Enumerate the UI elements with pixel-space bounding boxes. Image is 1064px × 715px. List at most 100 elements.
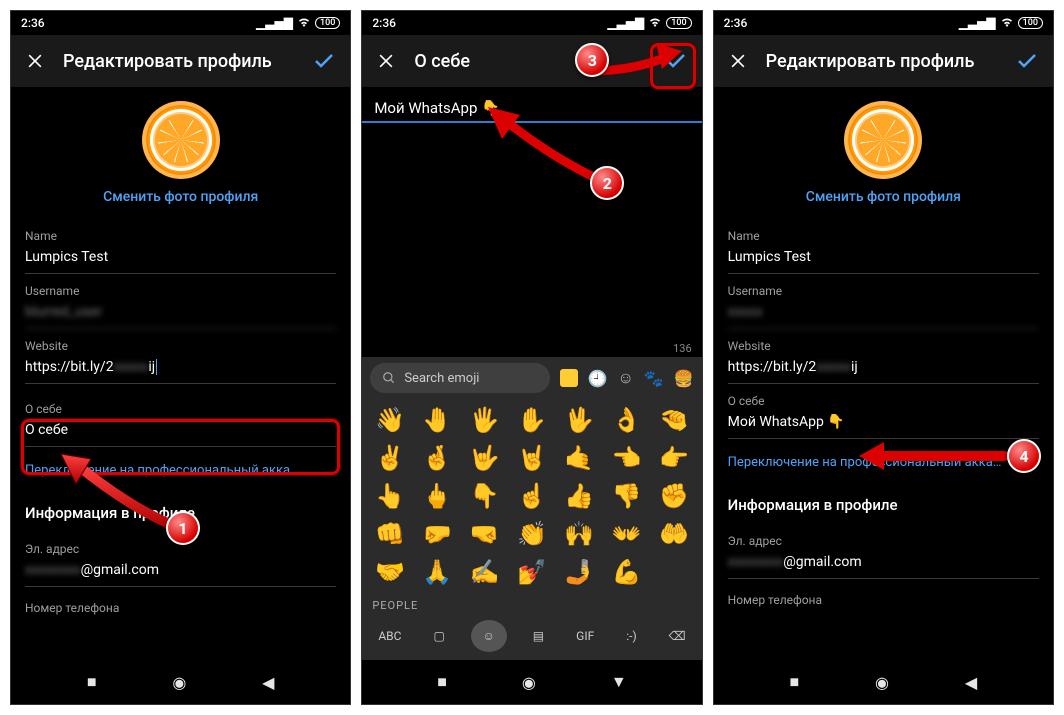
emoji-key[interactable]: 🤙 <box>558 441 601 475</box>
emoji-category-label: PEOPLE <box>362 593 701 614</box>
change-photo-link[interactable]: Сменить фото профиля <box>11 189 350 205</box>
signal-icon: ▁▃▅▇ <box>959 16 996 30</box>
nature-cat-icon[interactable]: 🐾 <box>644 369 664 388</box>
signal-icon: ▁▃▅▇ <box>607 16 644 30</box>
name-label: Name <box>25 229 336 243</box>
emoji-key[interactable]: 👎 <box>605 479 648 513</box>
website-field[interactable]: https://bit.ly/2xxxxxij <box>25 353 336 384</box>
header: Редактировать профиль <box>714 35 1053 87</box>
recent-emoji-icon[interactable]: 🕘 <box>588 369 608 388</box>
nav-back-icon[interactable]: ◀ <box>262 673 274 692</box>
profile-info-title: Информация в профиле <box>714 484 1053 518</box>
confirm-icon[interactable] <box>312 49 336 73</box>
emoji-key[interactable]: 💅 <box>510 555 553 589</box>
emoji-key[interactable]: 🤚 <box>416 403 459 437</box>
search-icon <box>382 371 396 385</box>
emoji-key[interactable]: 🤞 <box>416 441 459 475</box>
food-cat-icon[interactable]: 🍔 <box>674 369 694 388</box>
sticker-icon[interactable]: ▢ <box>427 625 450 647</box>
emoji-key[interactable]: 👏 <box>510 517 553 551</box>
bio-field[interactable]: Мой WhatsApp 👇 <box>728 408 1039 439</box>
annotation-step-1: 1 <box>166 511 200 545</box>
emoji-key[interactable]: ☝ <box>510 479 553 513</box>
clipboard-icon[interactable]: ▤ <box>527 625 550 647</box>
email-label: Эл. адрес <box>728 534 1039 548</box>
avatar[interactable] <box>844 101 922 179</box>
page-title: Редактировать профиль <box>63 51 294 72</box>
emoji-key[interactable]: 👈 <box>605 441 648 475</box>
phone-screen-1: 2:36 ▁▃▅▇ 100 Редактировать профиль Смен… <box>10 10 351 705</box>
emoji-key[interactable]: 🤛 <box>416 517 459 551</box>
website-field[interactable]: https://bit.ly/2xxxxxij <box>728 353 1039 384</box>
emoji-key[interactable]: 👉 <box>652 441 695 475</box>
phone-screen-3: 2:36 ▁▃▅▇ 100 Редактировать профиль Смен… <box>713 10 1054 705</box>
nav-back-icon[interactable]: ▼ <box>611 672 627 692</box>
close-icon[interactable] <box>25 51 45 71</box>
email-value[interactable]: xxxxxxxx@gmail.com <box>25 556 336 587</box>
emoji-key[interactable]: ✌ <box>368 441 411 475</box>
nav-recent-icon[interactable]: ■ <box>437 672 447 692</box>
emoji-key[interactable]: 👐 <box>605 517 648 551</box>
change-photo-link[interactable]: Сменить фото профиля <box>714 189 1053 205</box>
abc-button[interactable]: ABC <box>372 625 407 647</box>
emoji-key[interactable]: 🖕 <box>416 479 459 513</box>
emoji-key[interactable]: 🤟 <box>463 441 506 475</box>
emoji-key[interactable]: 🙌 <box>558 517 601 551</box>
bio-label: О себе <box>25 402 336 416</box>
emoji-key[interactable]: 👊 <box>368 517 411 551</box>
emoji-key[interactable]: 🖖 <box>558 403 601 437</box>
android-nav: ■ ◉ ◀ <box>11 660 350 704</box>
confirm-icon[interactable] <box>1015 49 1039 73</box>
phone-label: Номер телефона <box>728 593 1039 607</box>
emoji-key[interactable]: 👌 <box>605 403 648 437</box>
emoji-keyboard: Search emoji 🕘 ☺ 🐾 🍔 👋🤚🖐✋🖖👌🤏 ✌🤞🤟🤘🤙👈👉 👆🖕👇☝👍… <box>362 357 701 660</box>
username-field[interactable]: blurred_user <box>25 298 336 329</box>
status-bar: 2:36 ▁▃▅▇ 100 <box>11 11 350 35</box>
annotation-step-4: 4 <box>1007 439 1041 473</box>
backspace-icon[interactable]: ⌫ <box>663 625 692 647</box>
nav-home-icon[interactable]: ◉ <box>875 673 889 692</box>
nav-home-icon[interactable]: ◉ <box>522 673 536 692</box>
email-value[interactable]: xxxxxxxx@gmail.com <box>728 548 1039 579</box>
emoji-key[interactable]: 👍 <box>558 479 601 513</box>
signal-icon: ▁▃▅▇ <box>256 16 293 30</box>
emoji-key[interactable]: 🤘 <box>510 441 553 475</box>
emoticon-button[interactable]: :-) <box>620 625 642 647</box>
emoji-key[interactable]: 🤜 <box>463 517 506 551</box>
emoji-key[interactable]: 🤏 <box>652 403 695 437</box>
nav-recent-icon[interactable]: ■ <box>790 672 800 692</box>
emoji-search[interactable]: Search emoji <box>370 363 549 393</box>
gif-button[interactable]: GIF <box>570 625 600 647</box>
emoji-key[interactable]: 🤳 <box>558 555 601 589</box>
emoji-key[interactable]: 🤝 <box>368 555 411 589</box>
emoji-key[interactable]: 🙏 <box>416 555 459 589</box>
name-field[interactable]: Lumpics Test <box>728 243 1039 274</box>
emoji-key[interactable]: 🤲 <box>652 517 695 551</box>
status-time: 2:36 <box>372 16 396 30</box>
annotation-arrow-4 <box>854 436 1014 476</box>
emoji-key[interactable]: 🖐 <box>463 403 506 437</box>
emoji-key[interactable]: ✊ <box>652 479 695 513</box>
emoji-key[interactable]: 👇 <box>463 479 506 513</box>
avatar[interactable] <box>142 101 220 179</box>
nav-recent-icon[interactable]: ■ <box>87 672 97 692</box>
emoji-key[interactable]: ✋ <box>510 403 553 437</box>
close-icon[interactable] <box>728 51 748 71</box>
close-icon[interactable] <box>376 51 396 71</box>
website-label: Website <box>728 339 1039 353</box>
page-title: Редактировать профиль <box>766 51 997 72</box>
wifi-icon <box>297 17 311 29</box>
emoji-tab-icon[interactable]: ☺ <box>471 620 507 652</box>
nav-back-icon[interactable]: ◀ <box>965 673 977 692</box>
phone-label: Номер телефона <box>25 601 336 615</box>
emoji-grid: 👋🤚🖐✋🖖👌🤏 ✌🤞🤟🤘🤙👈👉 👆🖕👇☝👍👎✊ 👊🤛🤜👏🙌👐🤲 🤝🙏✍💅🤳💪 <box>362 399 701 593</box>
emoji-key[interactable]: ✍ <box>463 555 506 589</box>
emoji-key[interactable]: 💪 <box>605 555 648 589</box>
name-field[interactable]: Lumpics Test <box>25 243 336 274</box>
people-cat-icon[interactable]: ☺ <box>617 368 633 388</box>
emoji-key[interactable]: 👆 <box>368 479 411 513</box>
username-field[interactable]: xxxxx <box>728 298 1039 329</box>
skin-tone-icon[interactable] <box>560 369 578 387</box>
nav-home-icon[interactable]: ◉ <box>172 673 186 692</box>
emoji-key[interactable]: 👋 <box>368 403 411 437</box>
